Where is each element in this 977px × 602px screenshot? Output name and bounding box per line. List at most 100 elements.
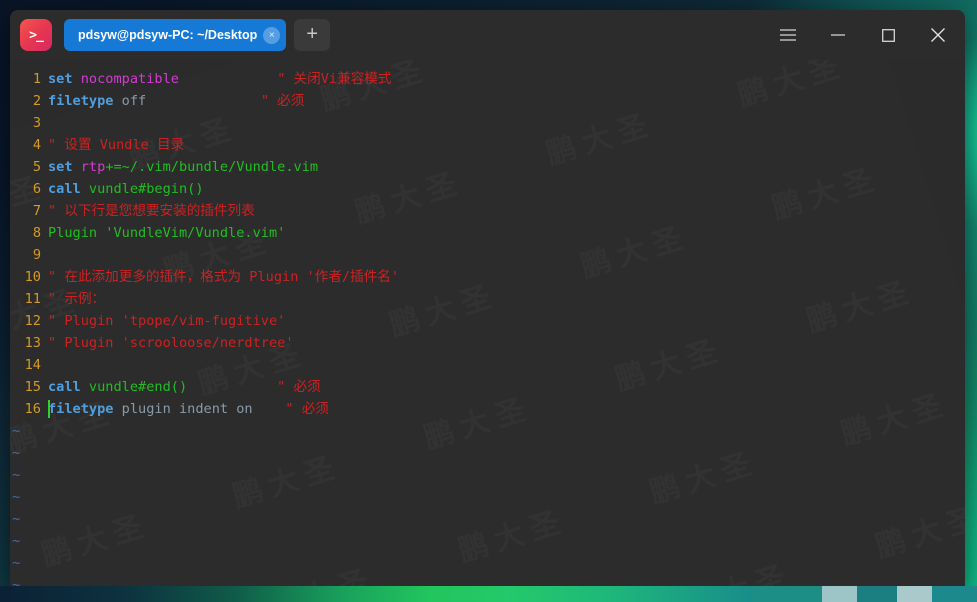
- empty-line-marker: ~: [12, 445, 21, 461]
- code-line: 8 Plugin 'VundleVim/Vundle.vim': [10, 222, 965, 244]
- code-token: " 设置 Vundle 目录: [48, 137, 185, 153]
- line-text: " 示例：: [48, 288, 105, 310]
- empty-line-marker: ~: [12, 577, 21, 592]
- code-line: 9: [10, 244, 965, 266]
- code-token: vundle#begin(): [88, 181, 204, 197]
- line-number: 9: [32, 247, 41, 263]
- code-line: 16 filetype plugin indent on " 必须: [10, 398, 965, 420]
- line-number: 5: [32, 159, 41, 175]
- code-token: " Plugin 'scrooloose/nerdtree': [48, 335, 294, 351]
- maximize-icon[interactable]: [863, 12, 913, 58]
- code-token: " 示例：: [48, 291, 106, 307]
- line-text: " Plugin 'scrooloose/nerdtree': [48, 332, 294, 354]
- code-line: 11 " 示例：: [10, 288, 965, 310]
- line-number: 1: [32, 71, 41, 87]
- line-text: " 在此添加更多的插件，格式为 Plugin '作者/插件名': [48, 266, 399, 288]
- empty-line-marker: ~: [12, 555, 21, 571]
- line-number: 14: [24, 357, 41, 373]
- line-number: 13: [24, 335, 41, 351]
- empty-line: ~: [10, 508, 965, 530]
- line-number: 12: [24, 313, 41, 329]
- tab-title-label: pdsyw@pdsyw-PC: ~/Desktop: [78, 28, 258, 42]
- empty-line: ~: [10, 530, 965, 552]
- tab-active[interactable]: pdsyw@pdsyw-PC: ~/Desktop ×: [64, 19, 287, 51]
- empty-line: ~: [10, 442, 965, 464]
- code-line: 3: [10, 112, 965, 134]
- code-token: " 关闭Vi兼容模式: [277, 71, 392, 87]
- code-token: " Plugin 'tpope/vim-fugitive': [48, 313, 286, 329]
- line-text: " 设置 Vundle 目录: [48, 134, 184, 156]
- code-token: " 以下行是您想要安装的插件列表: [48, 203, 255, 219]
- code-token: vundle#end(): [88, 379, 188, 395]
- code-token: Plugin 'VundleVim/Vundle.vim': [48, 225, 286, 241]
- code-token: nocompatible: [80, 71, 179, 87]
- line-number: 7: [32, 203, 41, 219]
- empty-line: ~: [10, 486, 965, 508]
- line-number: 10: [24, 269, 41, 285]
- code-token: call: [48, 181, 89, 197]
- line-number: 11: [24, 291, 41, 307]
- title-bar: >_ pdsyw@pdsyw-PC: ~/Desktop × +: [10, 10, 965, 60]
- line-text: filetype plugin indent on " 必须: [48, 398, 329, 420]
- vim-buffer: 1 set nocompatible " 关闭Vi兼容模式 2 filetype of…: [10, 60, 965, 592]
- empty-line-marker: ~: [12, 511, 21, 527]
- line-text: call vundle#end() " 必须: [48, 376, 321, 398]
- empty-line: ~: [10, 574, 965, 592]
- line-text: filetype off " 必须: [48, 90, 304, 112]
- close-icon[interactable]: [913, 12, 963, 58]
- code-line: 7 " 以下行是您想要安装的插件列表: [10, 200, 965, 222]
- empty-line-marker: ~: [12, 489, 21, 505]
- empty-line: ~: [10, 420, 965, 442]
- code-line: 2 filetype off " 必须: [10, 90, 965, 112]
- code-token: filetype: [48, 93, 122, 109]
- terminal-app-icon: >_: [20, 19, 52, 51]
- desktop: >_ pdsyw@pdsyw-PC: ~/Desktop × + 1 set n…: [0, 0, 977, 602]
- line-number: 2: [32, 93, 41, 109]
- code-line: 10 " 在此添加更多的插件，格式为 Plugin '作者/插件名': [10, 266, 965, 288]
- code-token: set: [48, 159, 81, 175]
- code-token: set: [48, 71, 81, 87]
- line-text: Plugin 'VundleVim/Vundle.vim': [48, 222, 285, 244]
- menu-hamburger-icon[interactable]: [763, 12, 813, 58]
- terminal-window: >_ pdsyw@pdsyw-PC: ~/Desktop × + 1 set n…: [10, 10, 965, 592]
- line-text: set nocompatible " 关闭Vi兼容模式: [48, 68, 392, 90]
- code-token: rtp: [80, 159, 106, 175]
- code-line: 15 call vundle#end() " 必须: [10, 376, 965, 398]
- empty-line-marker: ~: [12, 533, 21, 549]
- new-tab-button[interactable]: +: [294, 19, 331, 51]
- line-number: 16: [24, 401, 41, 417]
- code-line: 4 " 设置 Vundle 目录: [10, 134, 965, 156]
- terminal-prompt-glyph: >_: [29, 27, 44, 43]
- code-token: filetype: [48, 401, 122, 417]
- text-cursor: [48, 400, 50, 418]
- minimize-icon[interactable]: [813, 12, 863, 58]
- empty-line-marker: ~: [12, 467, 21, 483]
- terminal-body[interactable]: 鹏大圣鹏大圣鹏大圣鹏大圣鹏大圣鹏大圣鹏大圣鹏大圣鹏大圣鹏大圣鹏大圣鹏大圣鹏大圣鹏…: [10, 60, 965, 592]
- line-text: " 以下行是您想要安装的插件列表: [48, 200, 255, 222]
- code-line: 1 set nocompatible " 关闭Vi兼容模式: [10, 68, 965, 90]
- code-token: " 必须: [277, 379, 321, 395]
- code-token: +=~/.vim/bundle/Vundle.vim: [105, 159, 319, 175]
- code-line: 13 " Plugin 'scrooloose/nerdtree': [10, 332, 965, 354]
- code-token: off: [121, 93, 147, 109]
- code-token: " 必须: [285, 401, 329, 417]
- line-number: 15: [24, 379, 41, 395]
- line-number: 4: [32, 137, 41, 153]
- close-tab-icon[interactable]: ×: [263, 26, 281, 44]
- line-number: 8: [32, 225, 41, 241]
- empty-line: ~: [10, 552, 965, 574]
- code-line: 12 " Plugin 'tpope/vim-fugitive': [10, 310, 965, 332]
- window-controls: [763, 12, 963, 58]
- code-token: " 在此添加更多的插件，格式为 Plugin '作者/插件名': [48, 269, 400, 285]
- tab-strip: pdsyw@pdsyw-PC: ~/Desktop × +: [64, 19, 331, 51]
- code-line: 6 call vundle#begin(): [10, 178, 965, 200]
- line-text: call vundle#begin(): [48, 178, 204, 200]
- empty-line: ~: [10, 464, 965, 486]
- code-token: plugin indent on: [121, 401, 253, 417]
- code-token: call: [48, 379, 89, 395]
- code-line: 14: [10, 354, 965, 376]
